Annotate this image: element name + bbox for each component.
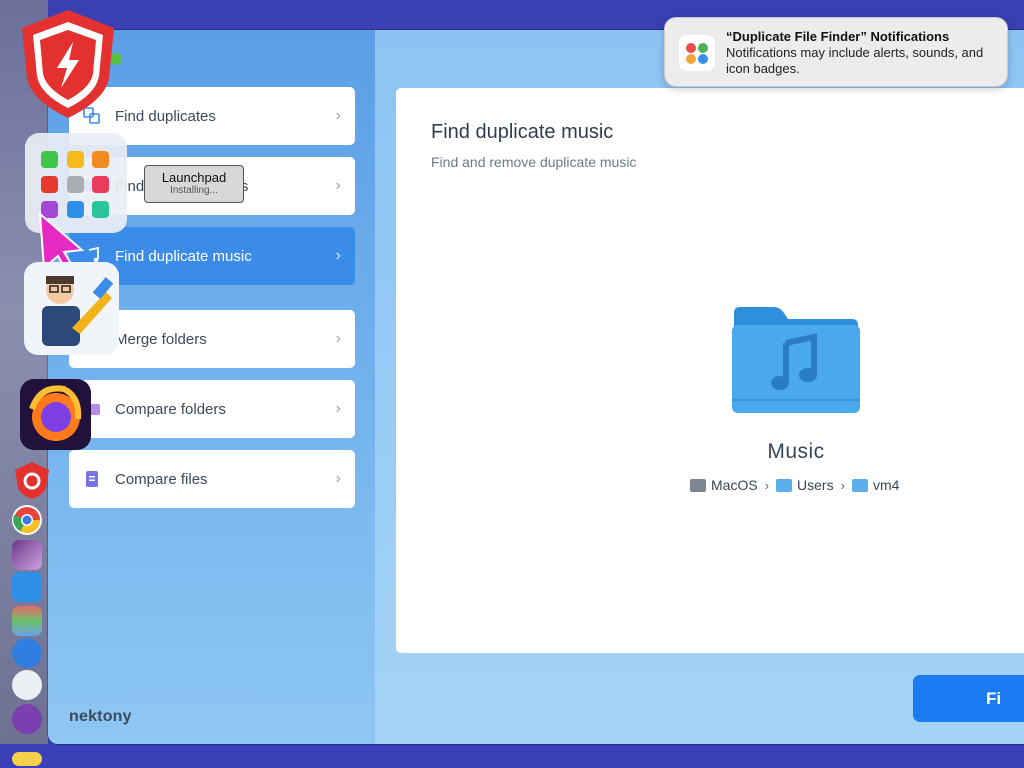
chevron-right-icon: › (335, 400, 341, 417)
chevron-right-icon: › (840, 477, 845, 493)
file-compare-icon (86, 471, 98, 487)
chrome-icon[interactable] (12, 505, 42, 535)
archive-icon[interactable] (12, 606, 42, 636)
breadcrumb-item: MacOS (711, 477, 758, 493)
antivirus-dock-icon[interactable] (12, 460, 52, 500)
antivirus-app-icon[interactable] (17, 8, 119, 120)
sidebar-item-compare-folders[interactable]: Compare folders › (69, 380, 355, 438)
tooltip-status: Installing... (170, 185, 218, 196)
chevron-right-icon: › (335, 177, 341, 194)
magnifier-icon[interactable] (12, 670, 42, 700)
cleaner-app-icon[interactable] (24, 262, 119, 355)
breadcrumb-item: vm4 (872, 477, 900, 493)
music-folder-icon[interactable] (730, 303, 862, 415)
app-store-icon[interactable] (12, 638, 42, 668)
firefox-icon[interactable] (20, 379, 91, 450)
chevron-right-icon: › (335, 107, 341, 124)
notification-banner[interactable]: “Duplicate File Finder” Notifications No… (664, 17, 1008, 87)
folder-name: Music (767, 440, 825, 463)
sidebar-item-label: Compare folders (115, 400, 226, 418)
tooltip-title: Launchpad (161, 170, 227, 185)
page-title: Find duplicate music (431, 121, 614, 143)
main-panel: Find duplicate music Find and remove dup… (375, 30, 1024, 744)
photos-wallpaper-icon[interactable] (12, 540, 42, 570)
breadcrumb-item: Users (797, 477, 834, 493)
find-button[interactable]: Fi (913, 675, 1024, 722)
chevron-right-icon: › (335, 330, 341, 347)
sidebar-item-label: Merge folders (115, 330, 207, 348)
folder-icon (851, 478, 868, 492)
app-window: Find duplicates › Find similar pictures … (48, 30, 1024, 744)
folder-icon (776, 478, 793, 492)
notification-title: “Duplicate File Finder” Notifications (726, 29, 950, 44)
chevron-right-icon: › (764, 477, 770, 493)
chevron-right-icon: › (335, 470, 341, 487)
page-subtitle: Find and remove duplicate music (431, 154, 637, 170)
cleanup-icon[interactable] (12, 572, 42, 602)
chevron-right-icon: › (335, 247, 341, 264)
launchpad-tooltip: Launchpad Installing... (144, 165, 244, 203)
content-card: Find duplicate music Find and remove dup… (396, 88, 1024, 653)
breadcrumb: MacOS › Users › vm4 (690, 477, 899, 493)
sidebar-item-label: Find duplicate music (115, 247, 252, 265)
desktop-bottom (0, 744, 1024, 768)
sidebar-item-label: Compare files (115, 470, 208, 488)
screen-share-icon[interactable] (12, 704, 42, 734)
sidebar-item-compare-files[interactable]: Compare files › (69, 450, 355, 508)
brand-logo: nektony (69, 708, 132, 725)
disk-icon (690, 478, 706, 492)
app-icon (679, 35, 715, 71)
notification-body: Notifications may include alerts, sounds… (726, 45, 984, 76)
sidebar-item-label: Find duplicates (115, 107, 216, 125)
man-with-brush-icon (42, 276, 114, 346)
notes-icon[interactable] (12, 752, 42, 766)
